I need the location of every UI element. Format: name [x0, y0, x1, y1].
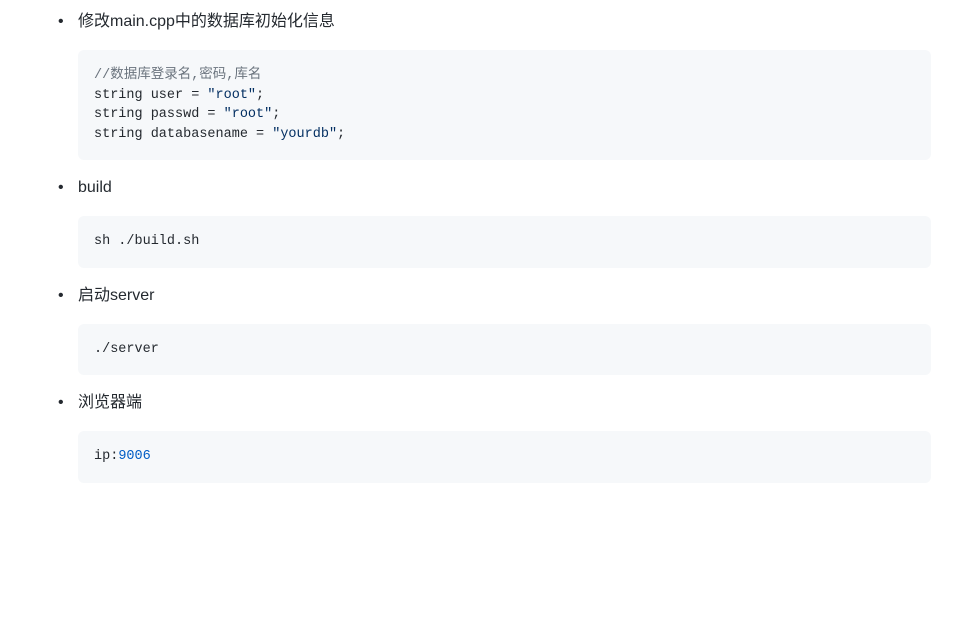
code-line: sh ./build.sh [94, 232, 915, 252]
code-token-keyword: string passwd = [94, 107, 224, 122]
code-token-number: 9006 [118, 449, 150, 464]
list-item: 启动server ./server [48, 284, 961, 376]
code-block: sh ./build.sh [78, 216, 931, 268]
code-block: ip:9006 [78, 431, 931, 483]
code-token-keyword: ; [256, 88, 264, 103]
code-line: ./server [94, 340, 915, 360]
code-line: string passwd = "root"; [94, 105, 915, 125]
code-token-string: "yourdb" [272, 127, 337, 142]
code-token-keyword: sh ./build.sh [94, 234, 199, 249]
instruction-label: 浏览器端 [78, 391, 961, 415]
code-token-string: "root" [224, 107, 273, 122]
code-line: string databasename = "yourdb"; [94, 125, 915, 145]
code-line: ip:9006 [94, 447, 915, 467]
code-token-keyword: ip: [94, 449, 118, 464]
instruction-list: 修改main.cpp中的数据库初始化信息 //数据库登录名,密码,库名 string… [0, 10, 961, 483]
code-block: ./server [78, 324, 931, 376]
code-token-keyword: ./server [94, 342, 159, 357]
code-token-keyword: string databasename = [94, 127, 272, 142]
list-item: 修改main.cpp中的数据库初始化信息 //数据库登录名,密码,库名 string… [48, 10, 961, 160]
code-token-string: "root" [207, 88, 256, 103]
code-line: //数据库登录名,密码,库名 [94, 66, 915, 86]
list-item: 浏览器端 ip:9006 [48, 391, 961, 483]
code-token-comment: //数据库登录名,密码,库名 [94, 68, 261, 83]
instruction-label: 启动server [78, 284, 961, 308]
code-block: //数据库登录名,密码,库名string user = "root";strin… [78, 50, 931, 160]
code-token-keyword: string user = [94, 88, 207, 103]
code-line: string user = "root"; [94, 86, 915, 106]
code-token-keyword: ; [337, 127, 345, 142]
instruction-label: 修改main.cpp中的数据库初始化信息 [78, 10, 961, 34]
instruction-label: build [78, 176, 961, 200]
code-token-keyword: ; [272, 107, 280, 122]
list-item: build sh ./build.sh [48, 176, 961, 268]
